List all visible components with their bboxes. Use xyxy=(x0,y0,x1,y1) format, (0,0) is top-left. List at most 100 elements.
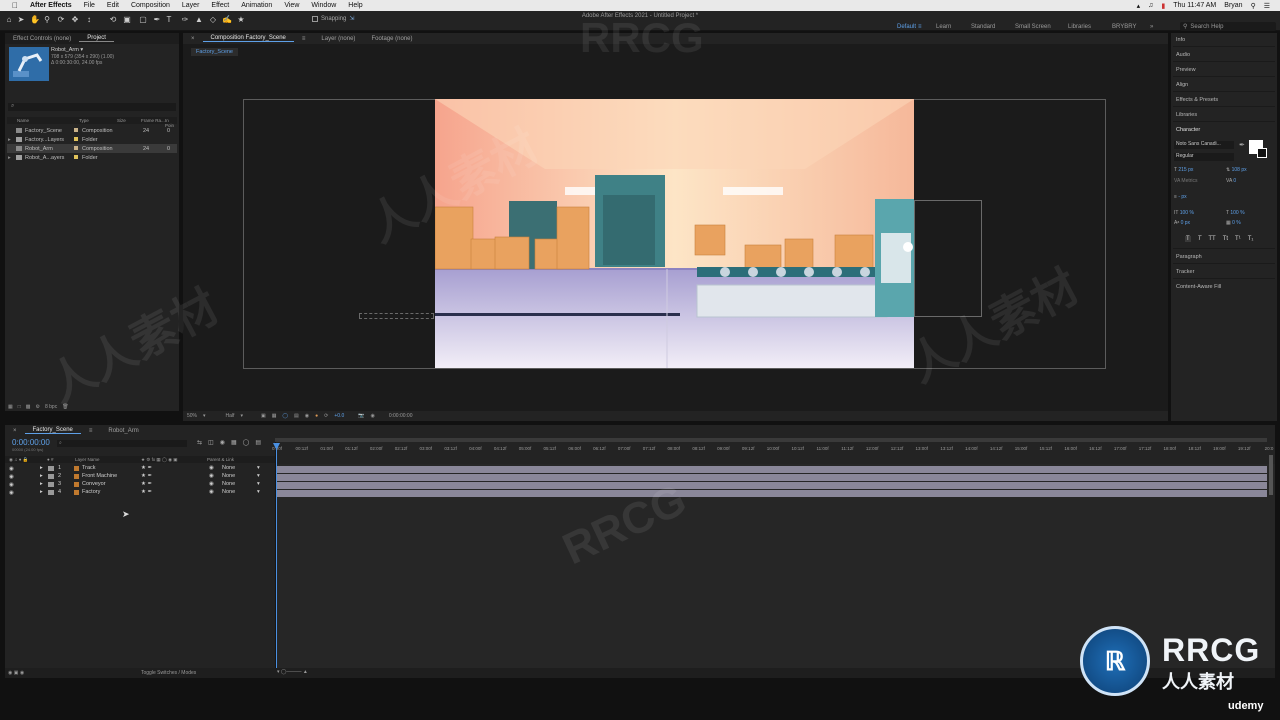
layer-switches-icon[interactable]: ★ ✒ xyxy=(141,473,152,479)
current-time-display[interactable]: 0:00:00:00 xyxy=(12,438,50,447)
frame-blending-icon[interactable]: ▦ xyxy=(231,439,237,446)
col-type[interactable]: Type xyxy=(79,118,89,123)
panel-audio[interactable]: Audio xyxy=(1176,52,1190,58)
roto-tool-icon[interactable]: ✍ xyxy=(222,15,232,25)
panel-align[interactable]: Align xyxy=(1176,82,1188,88)
panel-paragraph[interactable]: Paragraph xyxy=(1176,254,1202,260)
panel-preview[interactable]: Preview xyxy=(1176,67,1196,73)
spotlight-icon[interactable]: ⚲ xyxy=(1251,2,1256,10)
vertical-scale-field[interactable]: IT 100 % xyxy=(1174,210,1194,216)
eraser-tool-icon[interactable]: ◇ xyxy=(208,15,218,25)
toggle-switches-modes-button[interactable]: Toggle Switches / Modes xyxy=(141,670,196,676)
eye-icon[interactable]: ◉ xyxy=(9,482,15,488)
col-parent-link[interactable]: Parent & Link xyxy=(207,457,234,462)
font-style-select[interactable]: Regular xyxy=(1174,153,1234,161)
kerning-value[interactable]: Metrics xyxy=(1181,178,1197,184)
label-color-swatch[interactable] xyxy=(48,490,54,495)
menu-app-name[interactable]: After Effects xyxy=(30,2,72,9)
transparency-grid-icon[interactable]: ▦ xyxy=(272,413,277,419)
clone-tool-icon[interactable]: ▲ xyxy=(194,15,204,25)
subscript-button[interactable]: T₁ xyxy=(1248,236,1254,242)
project-search-input[interactable]: ⌕ xyxy=(8,103,176,111)
workspace-standard[interactable]: Standard xyxy=(971,24,995,30)
panel-info[interactable]: Info xyxy=(1176,37,1185,43)
preview-name[interactable]: Robot_Arm ▾ xyxy=(51,47,83,53)
wifi-icon[interactable]: ▴ xyxy=(1137,2,1141,10)
anchor-tool-icon[interactable]: ▣ xyxy=(122,15,132,25)
font-family-select[interactable]: Noto Sans Canadi... xyxy=(1174,141,1234,149)
faux-bold-button[interactable]: T xyxy=(1185,236,1191,242)
pickwhip-icon[interactable]: ◉ xyxy=(209,481,214,487)
layer-row-conveyor[interactable]: ◉ ▸ 3 Conveyor ★ ✒ ◉ None ▾ xyxy=(5,481,275,489)
font-size-value[interactable]: 215 px xyxy=(1178,167,1193,173)
tab-menu-icon[interactable]: ≡ xyxy=(294,36,314,42)
time-ruler-area[interactable] xyxy=(275,438,1275,465)
layer-name[interactable]: Conveyor xyxy=(82,481,106,487)
stroke-width-field[interactable]: ≡ - px xyxy=(1174,194,1187,200)
baseline-shift-value[interactable]: 0 px xyxy=(1181,220,1190,226)
eye-icon[interactable]: ◉ xyxy=(9,466,15,472)
label-color-swatch[interactable] xyxy=(74,137,78,141)
tracking-value[interactable]: 0 xyxy=(1233,178,1236,184)
chevron-right-icon[interactable]: ▸ xyxy=(8,137,11,143)
layer-switches-icon[interactable]: ★ ✒ xyxy=(141,489,152,495)
tab-footage[interactable]: Footage (none) xyxy=(363,36,420,42)
snapping-checkbox[interactable] xyxy=(312,15,318,22)
exposure-reset-icon[interactable]: ⟳ xyxy=(324,413,328,419)
workspace-small-screen[interactable]: Small Screen xyxy=(1015,24,1051,30)
tab-effect-controls[interactable]: Effect Controls (none) xyxy=(5,36,79,42)
work-area-bar[interactable] xyxy=(275,438,1267,442)
menu-effect[interactable]: Effect xyxy=(211,2,229,9)
superscript-button[interactable]: T¹ xyxy=(1235,236,1241,242)
layer-bar-front-machine[interactable] xyxy=(277,474,1267,481)
guides-icon[interactable]: ▤ xyxy=(294,413,299,419)
panel-character-title[interactable]: Character xyxy=(1176,127,1200,133)
chevron-right-icon[interactable]: ▸ xyxy=(40,481,43,487)
tsume-field[interactable]: ▦ 0 % xyxy=(1226,220,1241,226)
menubar-user[interactable]: Bryan xyxy=(1224,2,1242,9)
selection-tool-icon[interactable]: ➤ xyxy=(16,15,26,25)
chevron-right-icon[interactable]: ▸ xyxy=(40,465,43,471)
exposure-value[interactable]: +0.0 xyxy=(334,413,344,419)
close-icon[interactable]: × xyxy=(183,36,203,42)
zoom-slider[interactable]: ▾ ◯——— ▲ xyxy=(277,669,308,675)
panel-effects-presets[interactable]: Effects & Presets xyxy=(1176,97,1218,103)
stroke-color-swatch[interactable] xyxy=(1257,148,1267,158)
menu-file[interactable]: File xyxy=(84,2,95,9)
playhead-line[interactable] xyxy=(276,443,277,676)
chevron-right-icon[interactable]: ▸ xyxy=(40,473,43,479)
dolly-tool-icon[interactable]: ↕ xyxy=(84,15,94,25)
layer-bar-factory[interactable] xyxy=(277,490,1267,497)
tab-menu-icon[interactable]: ≡ xyxy=(81,428,101,434)
viewer-timecode[interactable]: 0:00:00:00 xyxy=(389,413,413,419)
menu-edit[interactable]: Edit xyxy=(107,2,119,9)
brush-tool-icon[interactable]: ✑ xyxy=(180,15,190,25)
eye-icon[interactable]: ◉ xyxy=(9,490,15,496)
menu-animation[interactable]: Animation xyxy=(241,2,272,9)
eye-icon[interactable]: ◉ xyxy=(9,474,15,480)
menu-composition[interactable]: Composition xyxy=(131,2,170,9)
chevron-down-icon[interactable]: ▾ xyxy=(203,413,206,419)
layer-name[interactable]: Factory xyxy=(82,489,100,495)
home-icon[interactable]: ⌂ xyxy=(4,15,14,25)
timeline-search-input[interactable]: ⌕ xyxy=(57,440,187,447)
project-item-robot-arm[interactable]: Robot_Arm Composition 24 0 xyxy=(7,144,177,153)
bpc-label[interactable]: 8 bpc xyxy=(45,404,57,410)
hand-tool-icon[interactable]: ✋ xyxy=(30,15,40,25)
layer-name[interactable]: Track xyxy=(82,465,96,471)
layer-row-track[interactable]: ◉ ▸ 1 Track ★ ✒ ◉ None ▾ xyxy=(5,465,275,473)
label-color-swatch[interactable] xyxy=(48,474,54,479)
workspace-default[interactable]: Default xyxy=(897,24,916,30)
parent-select[interactable]: None xyxy=(222,489,235,495)
leading-field[interactable]: ⇅ 108 px xyxy=(1226,167,1247,173)
label-color-swatch[interactable] xyxy=(74,128,78,132)
label-color-swatch[interactable] xyxy=(74,146,78,150)
project-item-factory-layers[interactable]: ▸ Factory...Layers Folder xyxy=(7,135,177,144)
col-size[interactable]: Size xyxy=(117,118,126,123)
workspace-libraries[interactable]: Libraries xyxy=(1068,24,1091,30)
show-snapshot-icon[interactable]: ◉ xyxy=(370,413,374,419)
pen-tool-icon[interactable]: ✒ xyxy=(152,15,162,25)
pickwhip-icon[interactable]: ◉ xyxy=(209,473,214,479)
zoom-level-select[interactable]: 50% xyxy=(187,413,197,419)
layer-name[interactable]: Front Machine xyxy=(82,473,117,479)
